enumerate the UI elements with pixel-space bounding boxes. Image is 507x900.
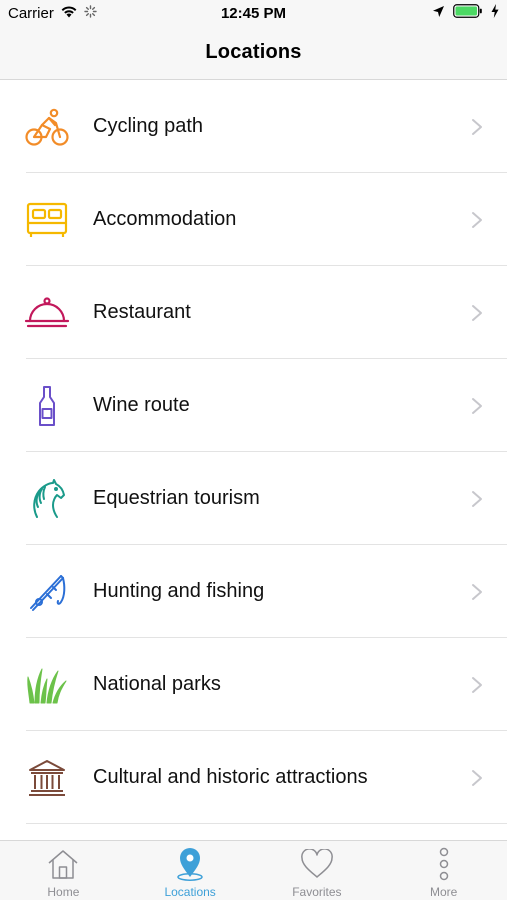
chevron-right-icon [472, 211, 482, 228]
list-item-restaurant[interactable]: Restaurant [0, 266, 507, 359]
heart-icon [300, 847, 334, 881]
grass-icon [24, 662, 70, 708]
list-item-label: Accommodation [93, 208, 237, 230]
chevron-right-icon [472, 769, 482, 786]
tab-label: More [429, 885, 458, 899]
chevron-right-icon [472, 397, 482, 414]
list-item-label: Hunting and fishing [93, 580, 265, 602]
list-item-cultural-and-historic-attractions[interactable]: Cultural and historic attractions [0, 731, 507, 824]
list-item-label: Restaurant [93, 301, 191, 323]
tab-bar: Home Locations Favorites More [0, 840, 507, 900]
wine-bottle-icon [24, 383, 70, 429]
battery-icon [453, 4, 483, 23]
list-item-hunting-and-fishing[interactable]: Hunting and fishing [0, 545, 507, 638]
charging-bolt-icon [491, 4, 499, 23]
home-icon [46, 847, 80, 881]
more-dots-icon [427, 847, 461, 881]
list-item-label: Wine route [93, 394, 190, 416]
tab-label: Home [47, 885, 80, 899]
list-item-equestrian-tourism[interactable]: Equestrian tourism [0, 452, 507, 545]
fishing-rod-icon [24, 569, 70, 615]
tab-label: Locations [164, 885, 216, 899]
chevron-right-icon [472, 118, 482, 135]
list-item-label: Cultural and historic attractions [93, 766, 368, 788]
list-item-cycling-path[interactable]: Cycling path [0, 80, 507, 173]
location-arrow-icon [432, 5, 445, 23]
tab-home[interactable]: Home [0, 841, 127, 900]
status-time: 12:45 PM [220, 5, 287, 22]
navigation-bar: Locations [0, 26, 507, 80]
tab-locations[interactable]: Locations [127, 841, 254, 900]
list-item-label: Equestrian tourism [93, 487, 260, 509]
list-item-wine-route[interactable]: Wine route [0, 359, 507, 452]
chevron-right-icon [472, 676, 482, 693]
locations-list: Cycling path Accommodation Restaurant Wi… [0, 80, 507, 824]
location-pin-icon [173, 847, 207, 881]
tab-label: Favorites [292, 885, 342, 899]
chevron-right-icon [472, 304, 482, 321]
status-bar: Carrier 12:45 PM [0, 0, 507, 26]
museum-icon [24, 755, 70, 801]
list-item-label: Cycling path [93, 115, 204, 137]
tab-more[interactable]: More [380, 841, 507, 900]
status-right [432, 4, 499, 23]
list-item-accommodation[interactable]: Accommodation [0, 173, 507, 266]
horse-icon [24, 476, 70, 522]
cloche-icon [24, 290, 70, 336]
bicycle-icon [24, 104, 70, 150]
list-item-national-parks[interactable]: National parks [0, 638, 507, 731]
list-item-label: National parks [93, 673, 221, 695]
page-title: Locations [205, 41, 302, 63]
chevron-right-icon [472, 490, 482, 507]
tab-favorites[interactable]: Favorites [254, 841, 381, 900]
bed-icon [24, 197, 70, 243]
chevron-right-icon [472, 583, 482, 600]
